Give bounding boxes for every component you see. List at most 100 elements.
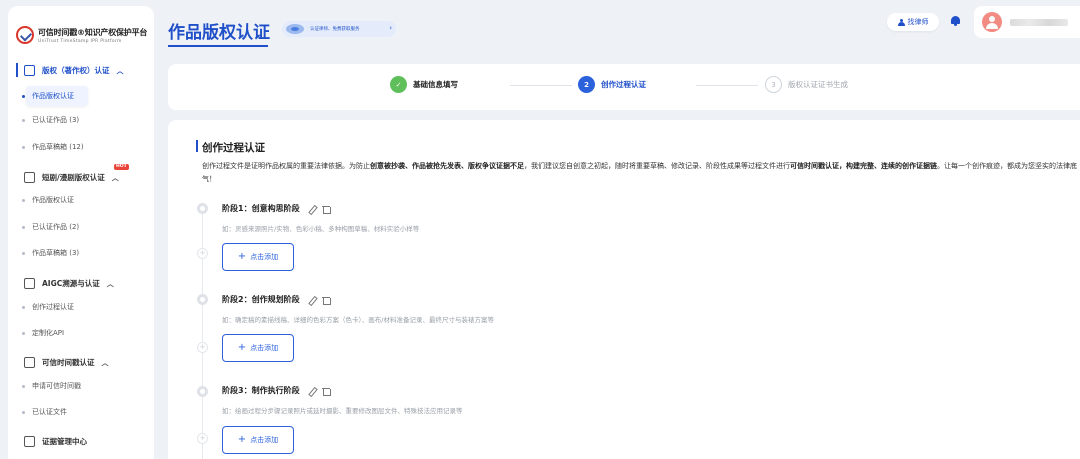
- bell-icon[interactable]: [950, 15, 961, 27]
- document-icon: [24, 65, 35, 76]
- title-underline: [168, 45, 268, 47]
- find-lawyer-button[interactable]: 找律师: [887, 13, 939, 31]
- nav-group-timestamp[interactable]: 可信时间戳认证 ︿: [24, 357, 109, 368]
- description-segment: 可信时间戳认证: [790, 162, 839, 170]
- plus-icon: +: [237, 434, 247, 445]
- stage-dot: [197, 203, 208, 214]
- nav-item-apply-timestamp[interactable]: 申请可信时间戳: [22, 381, 81, 391]
- promo-icon: [286, 24, 304, 34]
- section-marker: [196, 140, 198, 152]
- stage-1-add-button[interactable]: + 点击添加: [222, 243, 294, 271]
- section-title: 创作过程认证: [202, 142, 265, 154]
- nav-item-copyright-drafts[interactable]: 作品草稿箱 (12): [22, 142, 84, 152]
- file-stamp-icon: [24, 357, 35, 368]
- nav-item-drama-drafts[interactable]: 作品草稿箱 (3): [21, 248, 79, 258]
- nav-group-label: AIGC溯源与认证: [42, 279, 100, 288]
- nav-item-copyright-certify[interactable]: 作品版权认证: [22, 86, 88, 106]
- brand-title: 可信时间戳®知识产权保护平台: [38, 27, 148, 37]
- step-connector: [510, 85, 572, 86]
- steps-bar: ✓ 基础信息填写 2 创作过程认证 3 版权认证证书生成: [168, 64, 1080, 110]
- nav-group-label: 版权（著作权）认证: [42, 66, 110, 75]
- step-certificate[interactable]: 3 版权认证证书生成: [765, 76, 848, 93]
- content-card: 创作过程认证 创作过程文件是证明作品权属的重要法律依据。为防止创意被抄袭、作品被…: [168, 120, 1080, 459]
- nav-group-short-drama[interactable]: 短剧/漫剧版权认证 ︿: [24, 172, 119, 183]
- step-label: 版权认证证书生成: [788, 80, 848, 89]
- edit-icon[interactable]: [308, 205, 316, 213]
- stage-title-text: 阶段3：制作执行阶段: [222, 386, 300, 395]
- description-segment: ，构建完整、连续的创作证据链: [839, 162, 937, 170]
- hot-badge: HOT: [114, 164, 129, 170]
- plus-icon: +: [237, 342, 247, 353]
- promo-text: 认证律师、免费获取服务: [310, 27, 360, 32]
- aigc-icon: [24, 278, 35, 289]
- stage-title-text: 阶段2：创作规划阶段: [222, 295, 300, 304]
- promo-banner[interactable]: 认证律师、免费获取服务 ›: [282, 21, 396, 37]
- stage-title-text: 阶段1：创意构思阶段: [222, 204, 300, 213]
- nav-item-custom-api[interactable]: 定制化API: [21, 328, 64, 338]
- plus-icon: +: [237, 251, 247, 262]
- step-basic-info[interactable]: ✓ 基础信息填写: [390, 76, 458, 93]
- check-icon: ✓: [390, 76, 407, 93]
- nav-item-copyright-certified[interactable]: 已认证作品 (3): [21, 115, 79, 125]
- nav-group-label: 短剧/漫剧版权认证: [42, 173, 105, 182]
- sidebar: 可信时间戳®知识产权保护平台 UniTrust TimeStamp IPR Pl…: [8, 6, 154, 459]
- edit-icon[interactable]: [308, 387, 316, 395]
- plus-icon: +: [197, 342, 208, 353]
- add-button-label: 点击添加: [250, 344, 279, 352]
- chevron-up-icon: ︿: [111, 173, 119, 182]
- step-number: 2: [578, 76, 595, 93]
- plus-icon: +: [197, 248, 208, 259]
- stage-3-add-button[interactable]: + 点击添加: [222, 426, 294, 454]
- find-lawyer-label: 找律师: [907, 18, 929, 26]
- evidence-icon: [24, 436, 35, 447]
- trash-icon[interactable]: [321, 205, 331, 214]
- edit-icon[interactable]: [308, 296, 316, 304]
- nav-item-drama-certify[interactable]: 作品版权认证: [22, 195, 74, 205]
- nav-group-aigc[interactable]: AIGC溯源与认证 ︿: [24, 278, 114, 289]
- description-segment: ，我们建议您自创意之初起，随时将重要草稿、修改记录、阶段性成果等过程文件进行: [524, 162, 790, 170]
- add-button-label: 点击添加: [250, 253, 279, 261]
- step-connector: [696, 85, 758, 86]
- nav-item-process-certify[interactable]: 创作过程认证: [22, 302, 74, 312]
- user-menu[interactable]: [974, 6, 1080, 38]
- section-description: 创作过程文件是证明作品权属的重要法律依据。为防止创意被抄袭、作品被抢先发表、版权…: [202, 160, 1080, 186]
- nav-group-copyright[interactable]: 版权（著作权）认证 ︿: [24, 65, 124, 76]
- stage-1-title: 阶段1：创意构思阶段: [222, 203, 331, 214]
- avatar[interactable]: [982, 12, 1002, 32]
- film-icon: [24, 172, 35, 183]
- step-number: 3: [765, 76, 782, 93]
- nav-group-label: 证据管理中心: [42, 437, 87, 446]
- active-group-indicator: [16, 63, 18, 77]
- logo[interactable]: 可信时间戳®知识产权保护平台 UniTrust TimeStamp IPR Pl…: [16, 26, 147, 44]
- trash-icon[interactable]: [321, 296, 331, 305]
- stage-1-hint: 如：灵感来源照片/实物、色彩小稿、多种构图草稿、材料实验小样等: [222, 225, 420, 233]
- brand-subtitle: UniTrust TimeStamp IPR Platform: [38, 38, 122, 44]
- nav-group-evidence[interactable]: 证据管理中心: [24, 436, 87, 447]
- stage-3-title: 阶段3：制作执行阶段: [222, 385, 331, 396]
- description-segment: 创意被抄袭、作品被抢先发表、版权争议证据不足: [370, 162, 524, 170]
- step-label: 创作过程认证: [601, 80, 646, 89]
- person-icon: [897, 18, 905, 26]
- stage-2-hint: 如：确定稿的素描线稿、详细的色彩方案（色卡）、画布/材料准备记录、最终尺寸与装裱…: [222, 316, 494, 324]
- stage-2-title: 阶段2：创作规划阶段: [222, 294, 331, 305]
- add-button-label: 点击添加: [250, 436, 279, 444]
- step-label: 基础信息填写: [413, 80, 458, 89]
- chevron-up-icon: ︿: [116, 66, 124, 75]
- chevron-up-icon: ︿: [101, 358, 109, 367]
- username-redacted: [1010, 19, 1068, 26]
- description-segment: 创作过程文件是证明作品权属的重要法律依据。为防止: [202, 162, 370, 170]
- stage-dot: [197, 294, 208, 305]
- nav-item-drama-certified[interactable]: 已认证作品 (2): [21, 222, 79, 232]
- stage-3-hint: 如：绘画过程分步骤记录照片或延时摄影、重要修改图层文件、特殊技法应用记录等: [222, 407, 463, 415]
- nav-item-certified-files[interactable]: 已认证文件: [22, 407, 67, 417]
- plus-icon: +: [197, 433, 208, 444]
- stage-dot: [197, 386, 208, 397]
- trash-icon[interactable]: [321, 387, 331, 396]
- chevron-right-icon: ›: [389, 24, 392, 32]
- step-process-certify[interactable]: 2 创作过程认证: [578, 76, 646, 93]
- stage-2-add-button[interactable]: + 点击添加: [222, 334, 294, 362]
- logo-icon: [16, 26, 34, 44]
- nav-group-label: 可信时间戳认证: [42, 358, 95, 367]
- page-title: 作品版权认证: [168, 23, 270, 43]
- chevron-up-icon: ︿: [106, 279, 114, 288]
